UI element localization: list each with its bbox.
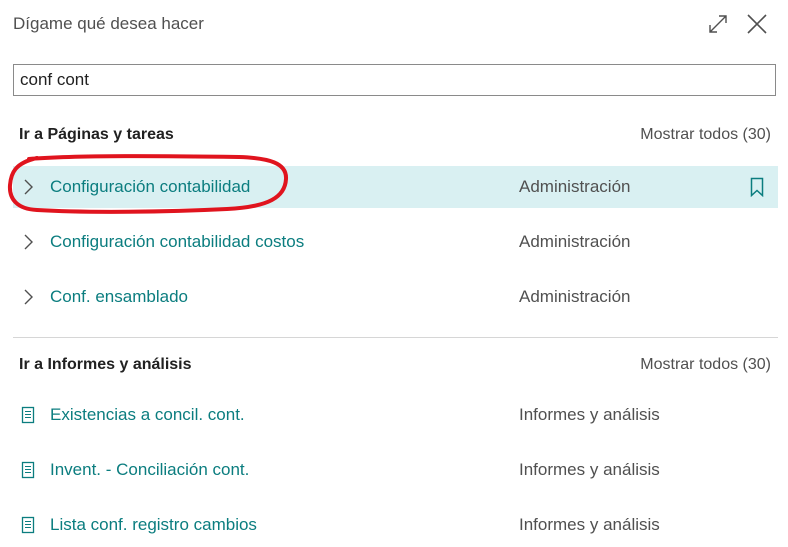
bookmark-icon[interactable] [749, 176, 765, 198]
result-category: Administración [519, 232, 631, 251]
section-divider [13, 337, 778, 338]
result-row-reports-0[interactable]: Existencias a concil. cont. Informes y a… [13, 394, 778, 436]
result-row-pages-2[interactable]: Conf. ensamblado Administración [13, 276, 778, 318]
dialog-header: Dígame qué desea hacer [0, 0, 788, 50]
report-icon [19, 406, 37, 424]
result-category: Administración [519, 287, 631, 306]
result-category: Informes y análisis [519, 405, 660, 424]
show-all-reports-link[interactable]: Mostrar todos (30) [640, 356, 771, 374]
result-label[interactable]: Conf. ensamblado [50, 287, 188, 307]
result-category: Informes y análisis [519, 515, 660, 534]
result-row-reports-1[interactable]: Invent. - Conciliación cont. Informes y … [13, 449, 778, 491]
section-header-reports: Ir a Informes y análisis Mostrar todos (… [0, 352, 788, 380]
expand-button[interactable] [704, 10, 732, 38]
show-all-pages-link[interactable]: Mostrar todos (30) [640, 126, 771, 144]
expand-icon [709, 15, 727, 33]
search-input[interactable] [14, 65, 775, 95]
result-label[interactable]: Existencias a concil. cont. [50, 405, 245, 425]
result-category: Informes y análisis [519, 460, 660, 479]
section-title-reports: Ir a Informes y análisis [19, 356, 192, 373]
report-icon [19, 516, 37, 534]
result-label[interactable]: Lista conf. registro cambios [50, 515, 257, 535]
result-label[interactable]: Invent. - Conciliación cont. [50, 460, 249, 480]
result-row-pages-0[interactable]: Configuración contabilidad Administració… [13, 166, 778, 208]
chevron-right-icon [19, 288, 37, 306]
section-title-pages: Ir a Páginas y tareas [19, 126, 174, 143]
search-box [13, 64, 776, 96]
dialog-title: Dígame qué desea hacer [13, 14, 204, 33]
result-label[interactable]: Configuración contabilidad [50, 177, 250, 197]
result-category: Administración [519, 177, 631, 196]
close-button[interactable] [743, 10, 771, 38]
close-icon [747, 14, 767, 34]
result-label[interactable]: Configuración contabilidad costos [50, 232, 304, 252]
chevron-right-icon [19, 178, 37, 196]
result-row-reports-2[interactable]: Lista conf. registro cambios Informes y … [13, 504, 778, 546]
result-row-pages-1[interactable]: Configuración contabilidad costos Admini… [13, 221, 778, 263]
section-header-pages: Ir a Páginas y tareas Mostrar todos (30) [0, 122, 788, 150]
report-icon [19, 461, 37, 479]
chevron-right-icon [19, 233, 37, 251]
